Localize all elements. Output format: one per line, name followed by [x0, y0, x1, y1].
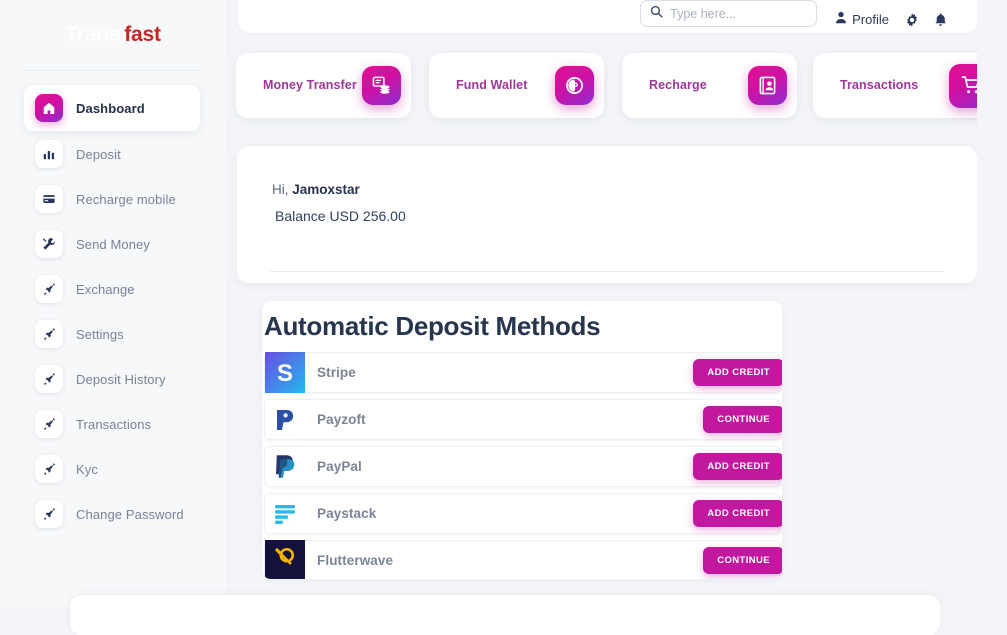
balance-divider: [270, 271, 944, 272]
rocket-icon: [35, 320, 63, 348]
payzoft-logo: [265, 399, 305, 440]
rocket-icon: [35, 500, 63, 528]
greeting-text: Hi, Jamoxstar: [272, 182, 360, 197]
rocket-icon: [35, 455, 63, 483]
sidebar-item-label: Change Password: [76, 506, 184, 522]
payment-method-action-button[interactable]: CONTINUE: [703, 547, 782, 574]
sidebar-item-label: Dashboard: [76, 100, 145, 116]
payment-method-action-button[interactable]: ADD CREDIT: [693, 359, 782, 386]
coin-icon: [555, 66, 594, 105]
brand-logo[interactable]: Trans fast: [0, 0, 226, 70]
sidebar-item-deposit[interactable]: Deposit: [24, 132, 200, 176]
search-input[interactable]: [670, 6, 808, 21]
rocket-icon: [35, 275, 63, 303]
sidebar-item-label: Send Money: [76, 236, 150, 252]
sidebar-item-recharge-mobile[interactable]: Recharge mobile: [24, 177, 200, 221]
payment-method-row: Flutterwave CONTINUE: [264, 540, 782, 579]
dashboard-icon: [35, 94, 63, 122]
payment-method-action-button[interactable]: ADD CREDIT: [693, 453, 782, 480]
shortcut-card-transactions[interactable]: Transactions: [813, 53, 1003, 118]
payment-method-action-button[interactable]: ADD CREDIT: [693, 500, 782, 527]
sidebar-item-kyc[interactable]: Kyc: [24, 447, 200, 491]
payment-method-name: Stripe: [317, 365, 356, 380]
brand-part-one: Trans: [65, 23, 121, 46]
shortcut-card-money-transfer[interactable]: Money Transfer: [236, 53, 411, 118]
bottom-panel: [70, 595, 940, 635]
gear-icon[interactable]: [905, 13, 919, 27]
payment-method-name: PayPal: [317, 459, 362, 474]
sidebar-item-label: Exchange: [76, 281, 135, 297]
bar-chart-icon: [35, 140, 63, 168]
sidebar-item-label: Deposit History: [76, 371, 166, 387]
credit-card-icon: [35, 185, 63, 213]
paypal-logo: [265, 446, 305, 487]
payment-method-row: Paystack ADD CREDIT: [264, 493, 782, 534]
sidebar-item-settings[interactable]: Settings: [24, 312, 200, 356]
shortcut-card-label: Fund Wallet: [456, 78, 528, 92]
sidebar-item-change-password[interactable]: Change Password: [24, 492, 200, 536]
right-rail: [977, 0, 1007, 608]
balance-amount: Balance USD 256.00: [275, 208, 406, 224]
sidebar-item-label: Recharge mobile: [76, 191, 176, 207]
sidebar-item-send-money[interactable]: Send Money: [24, 222, 200, 266]
rocket-icon: [35, 365, 63, 393]
payment-method-action-button[interactable]: CONTINUE: [703, 406, 782, 433]
search-box[interactable]: [640, 0, 818, 27]
transfer-icon: [362, 66, 401, 105]
bell-icon[interactable]: [934, 13, 947, 27]
profile-link[interactable]: Profile: [835, 11, 889, 27]
svg-text:S: S: [277, 360, 293, 387]
payment-method-row: S Stripe ADD CREDIT: [264, 352, 782, 393]
sidebar-item-dashboard[interactable]: Dashboard: [24, 85, 200, 131]
user-icon: [835, 11, 852, 27]
payment-method-name: Payzoft: [317, 412, 366, 427]
payment-method-name: Flutterwave: [317, 553, 394, 568]
sidebar-item-label: Transactions: [76, 416, 152, 432]
sidebar-nav: Dashboard Deposit Recharge mobile Send Mone…: [0, 85, 226, 536]
payment-method-name: Paystack: [317, 506, 377, 521]
shortcut-card-recharge[interactable]: Recharge: [622, 53, 797, 118]
sidebar-divider: [24, 70, 202, 71]
tools-icon: [35, 230, 63, 258]
stripe-logo: S: [265, 352, 305, 393]
payment-method-row: PayPal ADD CREDIT: [264, 446, 782, 487]
top-header-bar: Profile: [238, 0, 978, 33]
shortcut-cards-row: Money Transfer Fund Wallet Recharge Transac…: [236, 53, 1003, 118]
sidebar-item-label: Deposit: [76, 146, 121, 162]
sidebar-item-label: Settings: [76, 326, 124, 342]
user-name: Jamoxstar: [292, 182, 360, 197]
paystack-logo: [265, 493, 305, 534]
flutterwave-logo: [265, 540, 305, 579]
shortcut-card-fund-wallet[interactable]: Fund Wallet: [429, 53, 604, 118]
greeting-prefix: Hi,: [272, 182, 293, 197]
shortcut-card-label: Recharge: [649, 78, 707, 92]
payment-methods-list: S Stripe ADD CREDIT Payzoft CONTINUE PayPal AD…: [262, 352, 782, 579]
profile-label: Profile: [852, 11, 889, 27]
contact-card-icon: [748, 66, 787, 105]
sidebar-item-exchange[interactable]: Exchange: [24, 267, 200, 311]
balance-card: Hi, Jamoxstar Balance USD 256.00: [237, 146, 977, 283]
sidebar-item-transactions[interactable]: Transactions: [24, 402, 200, 446]
shortcut-card-label: Money Transfer: [263, 78, 357, 92]
shortcut-card-label: Transactions: [840, 78, 919, 92]
payment-method-row: Payzoft CONTINUE: [264, 399, 782, 440]
automatic-deposit-methods-panel: Automatic Deposit Methods S Stripe ADD CRE…: [262, 301, 782, 579]
rocket-icon: [35, 410, 63, 438]
search-icon: [650, 5, 670, 23]
sidebar: Trans fast Dashboard Deposit Recharge mobil…: [0, 0, 226, 608]
sidebar-item-deposit-history[interactable]: Deposit History: [24, 357, 200, 401]
brand-part-two: fast: [124, 23, 161, 46]
sidebar-item-label: Kyc: [76, 461, 98, 477]
page-title: Automatic Deposit Methods: [264, 311, 601, 341]
